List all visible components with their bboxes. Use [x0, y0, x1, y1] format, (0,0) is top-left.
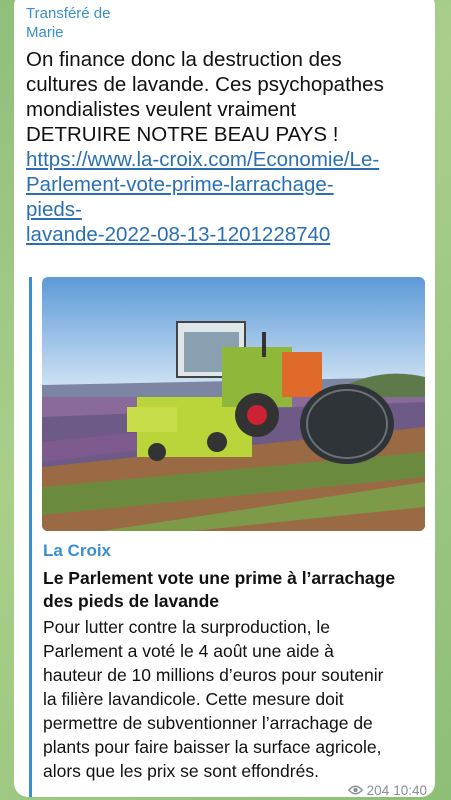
- preview-desc-line: alors que les prix se sont effondrés.: [43, 761, 319, 781]
- message-line: mondialistes veulent vraiment: [26, 98, 297, 121]
- forwarded-header[interactable]: Transféré de Marie: [26, 4, 111, 42]
- preview-title-line: des pieds de lavande: [43, 591, 220, 611]
- link-line[interactable]: https://www.la-croix.com/Economie/Le-: [26, 147, 426, 172]
- preview-desc-line: Parlement a voté le 4 août une aide à: [43, 641, 334, 661]
- preview-desc-line: Pour lutter contre la surproduction, le: [43, 617, 330, 637]
- preview-site-name: La Croix: [43, 541, 112, 560]
- preview-title: Le Parlement vote une prime à l’arrachag…: [43, 567, 433, 613]
- article-link[interactable]: https://www.la-croix.com/Economie/Le- Pa…: [26, 147, 426, 247]
- message-text: On finance donc la destruction des cultu…: [26, 47, 426, 247]
- forwarded-sender[interactable]: Marie: [26, 23, 111, 42]
- message-line: cultures de lavande. Ces psychopathes: [26, 73, 384, 96]
- lavender-harvest-photo: [42, 277, 425, 531]
- preview-description: Pour lutter contre la surproduction, le …: [43, 615, 433, 783]
- preview-desc-line: plants pour faire baisser la surface agr…: [43, 737, 382, 757]
- preview-desc-line: la filière lavandicole. Cette mesure doi…: [43, 689, 344, 709]
- message-line: On finance donc la destruction des: [26, 48, 342, 71]
- view-count: 204: [366, 783, 390, 798]
- message-time: 10:40: [393, 783, 427, 798]
- link-line[interactable]: Parlement-vote-prime-larrachage-: [26, 172, 426, 197]
- preview-title-line: Le Parlement vote une prime à l’arrachag…: [43, 568, 396, 588]
- message-line: DETRUIRE NOTRE BEAU PAYS !: [26, 123, 339, 146]
- preview-desc-line: hauteur de 10 millions d’euros pour sout…: [43, 665, 384, 685]
- preview-image[interactable]: [42, 277, 425, 531]
- link-preview[interactable]: La Croix Le Parlement vote une prime à l…: [29, 277, 428, 797]
- eye-icon: [347, 783, 363, 798]
- message-meta: 204 10:40: [347, 783, 427, 798]
- link-line[interactable]: pieds-: [26, 197, 426, 222]
- link-line[interactable]: lavande-2022-08-13-1201228740: [26, 222, 426, 247]
- preview-desc-line: permettre de subventionner l’arrachage d…: [43, 713, 373, 733]
- forwarded-label: Transféré de: [26, 5, 111, 22]
